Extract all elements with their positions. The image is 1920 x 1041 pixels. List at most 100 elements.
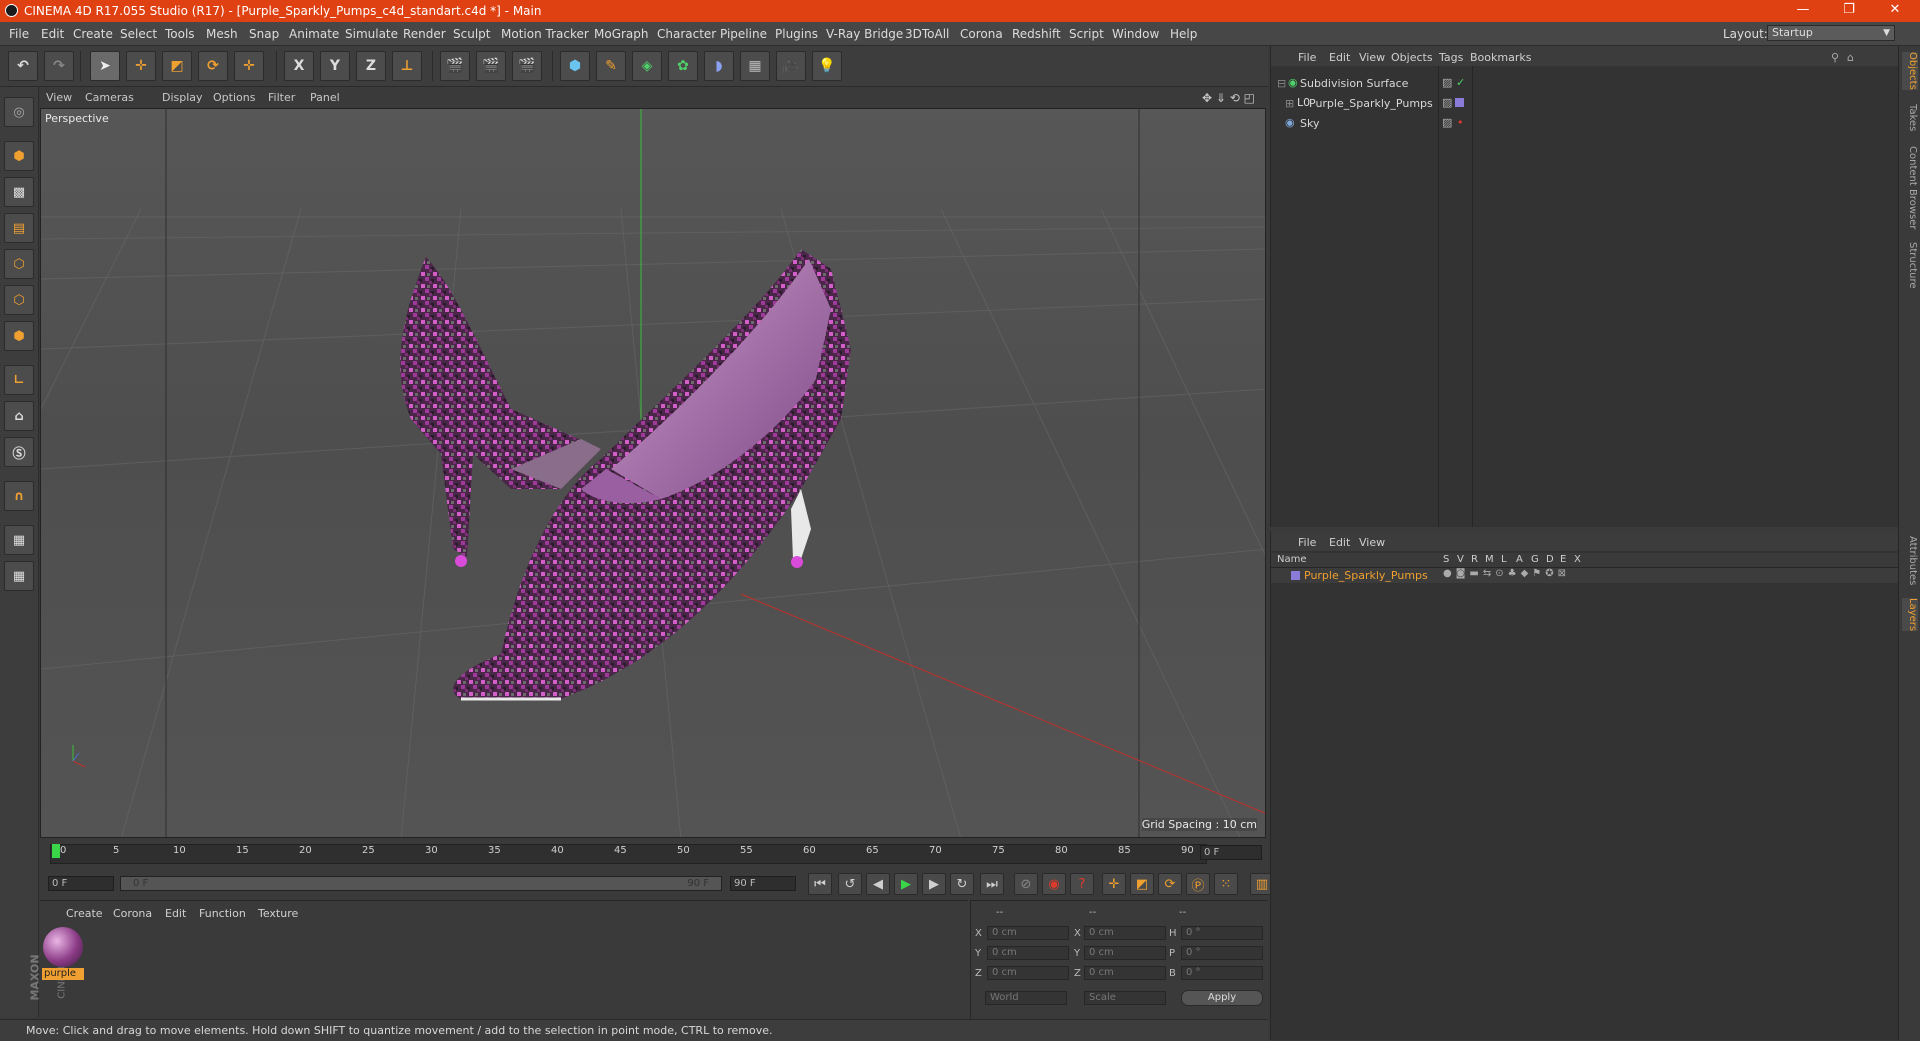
axis-mode-button[interactable]: ∟	[4, 365, 34, 395]
object-row-subdivision-surface[interactable]: ⊟ ◉ Subdivision Surface ▨ ✓	[1271, 75, 1899, 93]
move-button[interactable]: ✛	[126, 51, 156, 81]
menu-script[interactable]: Script	[1069, 27, 1104, 41]
menu-file[interactable]: File	[9, 27, 29, 41]
size-z-field[interactable]: 0 cm	[1084, 966, 1166, 980]
enabled-check-icon[interactable]: ✓	[1456, 76, 1465, 89]
tab-attributes[interactable]: Attributes	[1902, 536, 1918, 585]
playhead-marker[interactable]	[52, 844, 60, 858]
viewport-nav-icons[interactable]: ✥ ⇓ ⟲ ◰	[1202, 91, 1255, 105]
render-view-button[interactable]: 🎬	[440, 51, 470, 81]
size-mode-select[interactable]: Scale	[1084, 991, 1166, 1005]
menu-edit[interactable]: Edit	[41, 27, 64, 41]
layers-menu-view[interactable]: View	[1359, 536, 1385, 549]
menu-help[interactable]: Help	[1170, 27, 1197, 41]
tab-structure[interactable]: Structure	[1902, 242, 1918, 289]
autokey-button[interactable]: ?	[1070, 873, 1094, 895]
close-button[interactable]: ✕	[1872, 2, 1918, 20]
menu-tools[interactable]: Tools	[165, 27, 195, 41]
menu-select[interactable]: Select	[120, 27, 157, 41]
menu-pipeline[interactable]: Pipeline	[720, 27, 767, 41]
material-swatch-purple[interactable]: purple	[42, 925, 84, 980]
object-row-purple-sparkly-pumps[interactable]: ⊞ L0 Purple_Sparkly_Pumps ▨	[1271, 95, 1899, 113]
search-icon[interactable]: ⚲	[1831, 51, 1839, 64]
size-y-field[interactable]: 0 cm	[1084, 946, 1166, 960]
viewport-menu-panel[interactable]: Panel	[310, 91, 340, 104]
visibility-dots[interactable]: ▨	[1442, 116, 1452, 129]
material-menu-edit[interactable]: Edit	[165, 907, 186, 920]
workplane-mode-button[interactable]: ▤	[4, 213, 34, 243]
layout-select[interactable]: Startup ▼	[1767, 25, 1895, 41]
add-cube-button[interactable]: ⬢	[560, 51, 590, 81]
play-button[interactable]: ▶	[894, 873, 918, 895]
material-menu-corona[interactable]: Corona	[113, 907, 152, 920]
menu-vray-bridge[interactable]: V-Ray Bridge	[826, 27, 903, 41]
add-deformer-button[interactable]: ◗	[704, 51, 734, 81]
menu-3dtoall[interactable]: 3DToAll	[905, 27, 949, 41]
tweak-mode-button[interactable]: ⌂	[4, 401, 34, 431]
current-frame-field[interactable]: 0 F	[1200, 845, 1262, 860]
menu-simulate[interactable]: Simulate	[345, 27, 398, 41]
tab-content-browser[interactable]: Content Browser	[1902, 146, 1918, 229]
position-z-field[interactable]: 0 cm	[987, 966, 1069, 980]
coordinate-system-button[interactable]: ⊥	[392, 51, 422, 81]
go-to-end-button[interactable]: ⏭	[980, 873, 1004, 895]
objects-menu-edit[interactable]: Edit	[1329, 51, 1350, 64]
menu-mesh[interactable]: Mesh	[206, 27, 238, 41]
viewport-menu-cameras[interactable]: Cameras	[85, 91, 134, 104]
menu-character[interactable]: Character	[657, 27, 716, 41]
scale-button[interactable]: ◩	[162, 51, 192, 81]
viewport-menu-filter[interactable]: Filter	[268, 91, 295, 104]
workplane-lock-button[interactable]: ▦	[4, 525, 34, 555]
next-key-button[interactable]: ↻	[950, 873, 974, 895]
render-dot-icon[interactable]: •	[1457, 116, 1464, 129]
layer-color-swatch[interactable]	[1291, 571, 1300, 580]
add-camera-button[interactable]: 🎥	[776, 51, 806, 81]
home-icon[interactable]: ⌂	[1847, 51, 1854, 64]
previous-frame-button[interactable]: ◀	[866, 873, 890, 895]
menu-mograph[interactable]: MoGraph	[594, 27, 649, 41]
minimize-button[interactable]: —	[1780, 2, 1826, 20]
redo-button[interactable]: ↷	[44, 51, 74, 81]
collapse-toggle[interactable]: ⊟	[1277, 77, 1286, 90]
viewport-menu-display[interactable]: Display	[162, 91, 203, 104]
live-selection-button[interactable]: ➤	[90, 51, 120, 81]
polygon-mode-button[interactable]: ⬢	[4, 321, 34, 351]
layers-menu-file[interactable]: File	[1298, 536, 1316, 549]
axis-x-button[interactable]: X	[284, 51, 314, 81]
record-button[interactable]: ◉	[1042, 873, 1066, 895]
axis-z-button[interactable]: Z	[356, 51, 386, 81]
apply-button[interactable]: Apply	[1181, 990, 1263, 1006]
timeline-track[interactable]	[50, 844, 1207, 864]
previous-key-button[interactable]: ↺	[838, 873, 862, 895]
objects-menu-view[interactable]: View	[1359, 51, 1385, 64]
rotate-button[interactable]: ⟳	[198, 51, 228, 81]
last-tool-button[interactable]: ✛	[234, 51, 264, 81]
add-light-button[interactable]: 💡	[812, 51, 842, 81]
model-mode-button[interactable]: ⬢	[4, 141, 34, 171]
visibility-dots[interactable]: ▨	[1442, 96, 1452, 109]
menu-window[interactable]: Window	[1112, 27, 1159, 41]
material-menu-function[interactable]: Function	[199, 907, 246, 920]
texture-mode-button[interactable]: ▩	[4, 177, 34, 207]
add-floor-button[interactable]: ▦	[740, 51, 770, 81]
rotation-h-field[interactable]: 0 °	[1181, 926, 1263, 940]
go-to-start-button[interactable]: ⏮	[808, 873, 832, 895]
add-mograph-button[interactable]: ✿	[668, 51, 698, 81]
range-slider[interactable]: 0 F 90 F	[120, 876, 722, 891]
rotation-b-field[interactable]: 0 °	[1181, 966, 1263, 980]
undo-button[interactable]: ↶	[8, 51, 38, 81]
visibility-dots[interactable]: ▨	[1442, 76, 1452, 89]
material-menu-create[interactable]: Create	[66, 907, 103, 920]
layers-menu-edit[interactable]: Edit	[1329, 536, 1350, 549]
menu-sculpt[interactable]: Sculpt	[453, 27, 490, 41]
expand-toggle[interactable]: ⊞	[1285, 97, 1294, 110]
position-x-field[interactable]: 0 cm	[987, 926, 1069, 940]
edge-mode-button[interactable]: ⬡	[4, 285, 34, 315]
menu-create[interactable]: Create	[73, 27, 113, 41]
render-settings-button[interactable]: 🎬	[512, 51, 542, 81]
add-spline-button[interactable]: ✎	[596, 51, 626, 81]
coordinate-space-select[interactable]: World	[985, 991, 1067, 1005]
axis-y-button[interactable]: Y	[320, 51, 350, 81]
size-x-field[interactable]: 0 cm	[1084, 926, 1166, 940]
menu-plugins[interactable]: Plugins	[775, 27, 818, 41]
